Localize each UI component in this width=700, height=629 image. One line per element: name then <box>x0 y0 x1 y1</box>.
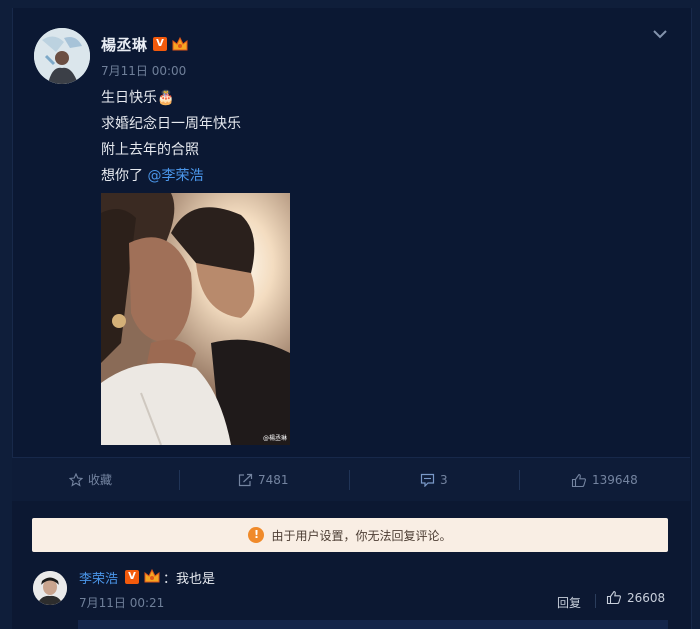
comment-button[interactable]: 3 <box>420 458 448 502</box>
divider <box>519 470 520 490</box>
like-count: 139648 <box>592 473 638 487</box>
author-name[interactable]: 楊丞琳 <box>101 34 148 55</box>
warning-icon: ! <box>248 527 265 543</box>
repost-button[interactable]: 7481 <box>238 458 289 502</box>
share-icon <box>238 473 253 487</box>
author-avatar[interactable] <box>34 28 90 84</box>
thumbs-up-icon <box>606 590 621 605</box>
comment-count: 3 <box>440 473 448 487</box>
verified-icon: V <box>125 570 139 584</box>
divider <box>595 594 596 608</box>
post-text-line: 求婚纪念日一周年快乐 <box>101 116 241 132</box>
post-text-line: 想你了 @李荣浩 <box>101 165 203 185</box>
action-bar: 收藏 7481 3 139648 <box>12 457 690 502</box>
star-icon <box>69 473 83 487</box>
repost-count: 7481 <box>258 473 289 487</box>
sub-comment-box <box>78 620 668 629</box>
thumbs-up-icon <box>571 473 586 487</box>
post-photo[interactable]: @楊丞琳 <box>101 193 290 445</box>
reply-button[interactable]: 回复 <box>557 594 581 611</box>
like-button[interactable]: 139648 <box>571 458 638 502</box>
divider <box>179 470 180 490</box>
reply-disabled-notice: ! 由于用户设置，你无法回复评论。 <box>32 518 668 552</box>
comment-text: ：我也是 <box>163 572 216 587</box>
chevron-down-icon[interactable] <box>650 24 670 44</box>
post-text-line: 生日快乐🎂 <box>101 90 175 106</box>
post-text-prefix: 想你了 <box>101 168 148 184</box>
photo-watermark: @楊丞琳 <box>263 434 287 442</box>
comment-time: 7月11日 00:21 <box>79 596 165 610</box>
post-text-line: 附上去年的合照 <box>101 142 199 158</box>
commenter-avatar[interactable] <box>33 571 67 605</box>
verified-icon: V <box>153 37 167 51</box>
comment-like-count: 26608 <box>627 590 666 605</box>
crown-icon <box>172 36 188 51</box>
notice-text: 由于用户设置，你无法回复评论。 <box>271 528 452 543</box>
comment-icon <box>420 473 435 487</box>
crown-icon <box>144 568 160 583</box>
mention-link[interactable]: @李荣浩 <box>147 168 203 184</box>
favorite-label: 收藏 <box>88 473 113 487</box>
commenter-name[interactable]: 李荣浩 <box>79 568 118 587</box>
favorite-button[interactable]: 收藏 <box>69 458 112 502</box>
comment-like-button[interactable]: 26608 <box>606 590 665 605</box>
post-time[interactable]: 7月11日 00:00 <box>101 62 186 79</box>
divider <box>349 470 350 490</box>
